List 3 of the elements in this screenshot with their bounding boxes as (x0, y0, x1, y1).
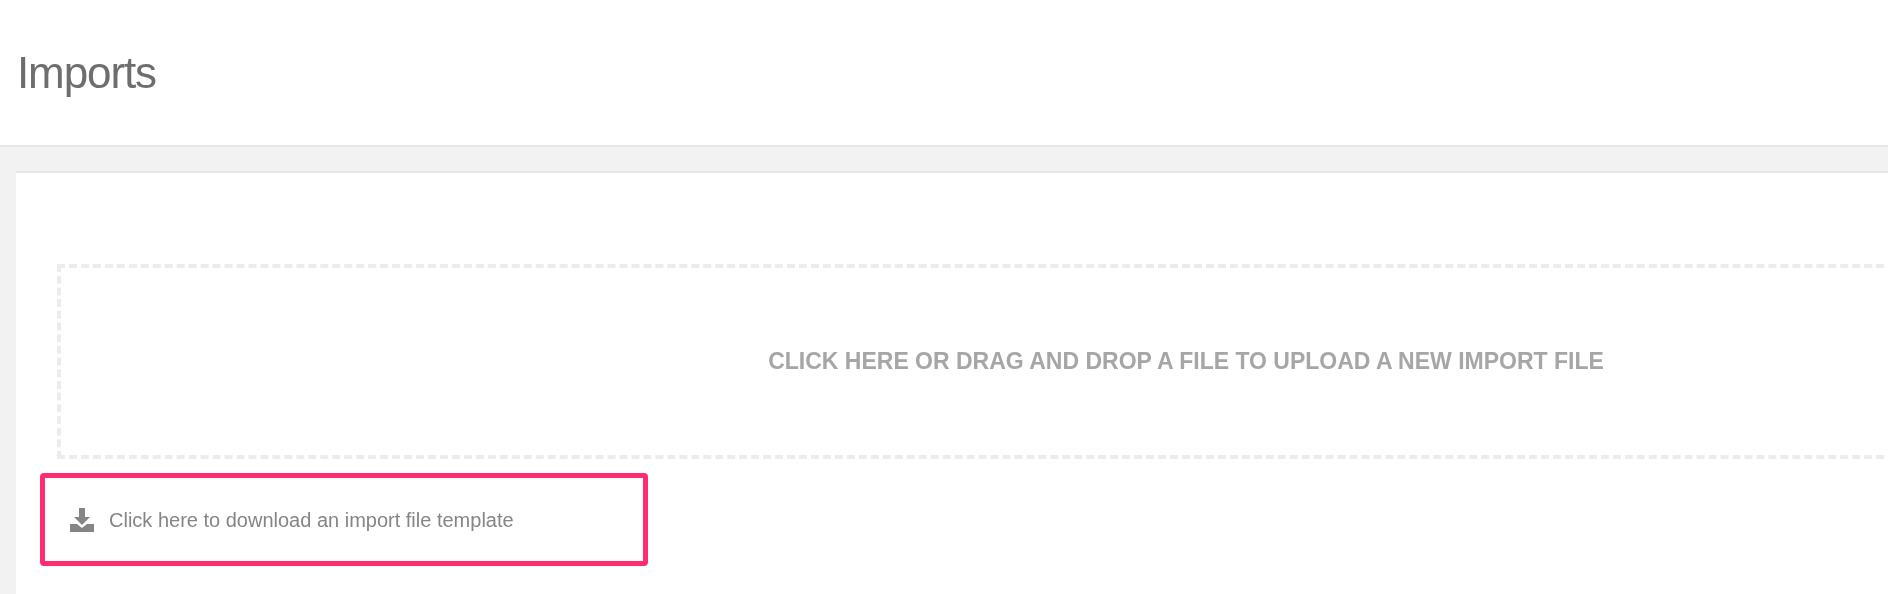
download-template-link[interactable]: Click here to download an import file template (69, 504, 514, 535)
download-icon (69, 506, 95, 533)
page-title: Imports (17, 46, 156, 99)
